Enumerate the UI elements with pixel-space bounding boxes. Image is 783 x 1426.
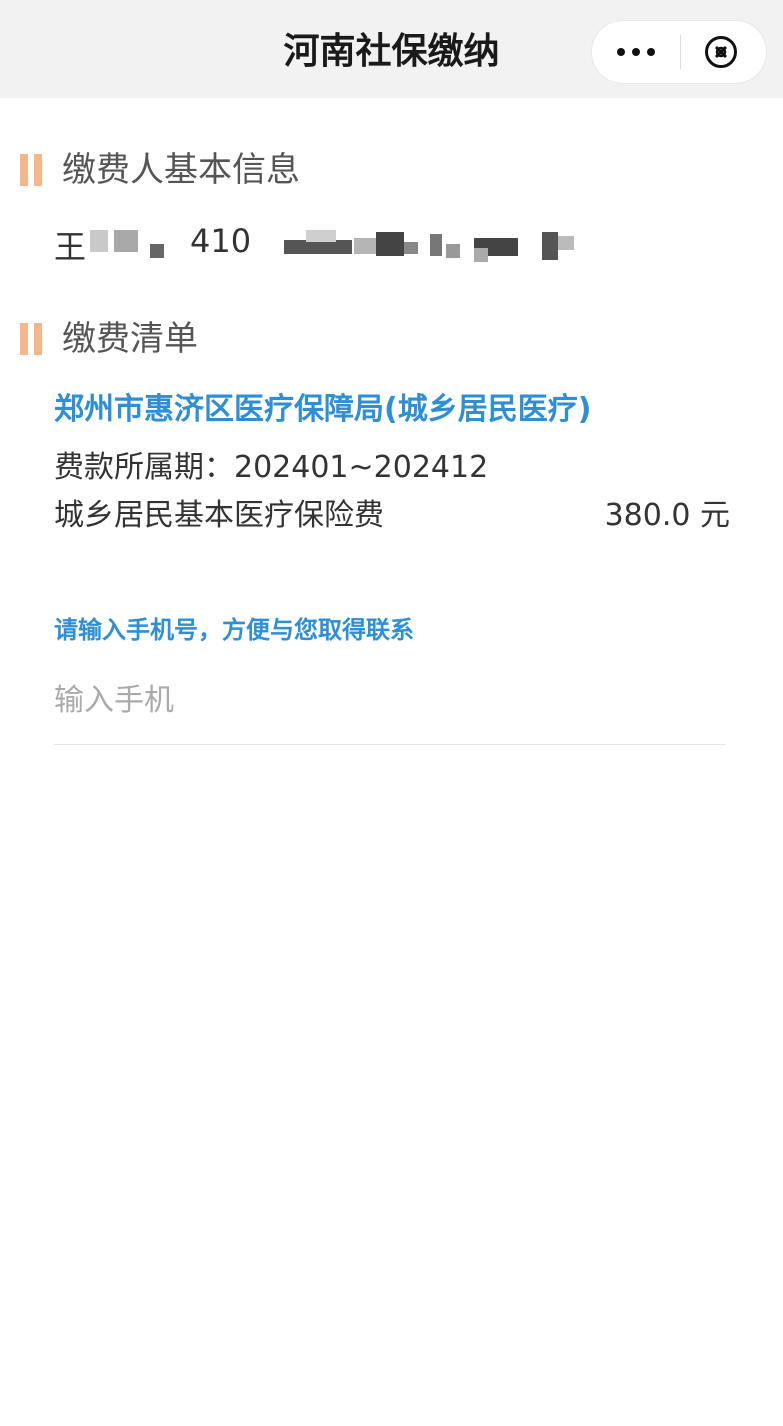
- bill-section-header: 缴费清单: [20, 319, 198, 359]
- bill-section-title: 缴费清单: [62, 319, 198, 359]
- mosaic-block: [446, 244, 460, 258]
- fee-item-name: 城乡居民基本医疗保险费: [54, 498, 384, 533]
- more-dot: [632, 48, 640, 56]
- period-value: 202401~202412: [234, 450, 489, 485]
- phone-input[interactable]: [54, 674, 726, 726]
- mosaic-block: [558, 236, 574, 250]
- fee-item-amount: 380.0 元: [604, 498, 730, 533]
- payer-section-header: 缴费人基本信息: [20, 150, 300, 190]
- payer-info-line: 王 410: [54, 218, 754, 266]
- more-dots-icon: [617, 48, 625, 56]
- mosaic-block: [90, 230, 108, 252]
- mosaic-block: [150, 244, 164, 258]
- mosaic-block: [474, 248, 488, 262]
- mosaic-block: [306, 230, 336, 242]
- billing-period: 费款所属期：202401~202412: [54, 446, 488, 490]
- miniprogram-capsule: [591, 20, 767, 84]
- mosaic-block: [430, 234, 442, 256]
- mosaic-block: [542, 232, 558, 260]
- mosaic-block: [404, 242, 418, 254]
- nav-bar: 河南社保缴纳: [0, 0, 783, 98]
- payer-name: 王: [54, 228, 87, 266]
- mosaic-block: [354, 238, 376, 254]
- phone-prompt: 请输入手机号，方便与您取得联系: [54, 616, 414, 644]
- mosaic-block: [114, 230, 138, 252]
- section-bar-icon: [20, 154, 42, 186]
- payer-section-title: 缴费人基本信息: [62, 150, 300, 190]
- phone-input-underline: [54, 744, 726, 745]
- close-circle-icon: [705, 36, 737, 68]
- fee-item-row: 城乡居民基本医疗保险费 380.0 元: [54, 494, 730, 538]
- mosaic-block: [284, 240, 352, 254]
- capsule-divider: [680, 35, 681, 69]
- more-dot: [647, 48, 655, 56]
- payer-id-number: 410: [190, 222, 252, 260]
- more-button[interactable]: [592, 21, 680, 83]
- section-bar-icon: [20, 323, 42, 355]
- period-label: 费款所属期：: [54, 450, 234, 485]
- mosaic-block: [376, 232, 404, 256]
- close-button[interactable]: [704, 35, 738, 69]
- payee-organization: 郑州市惠济区医疗保障局(城乡居民医疗): [54, 392, 592, 427]
